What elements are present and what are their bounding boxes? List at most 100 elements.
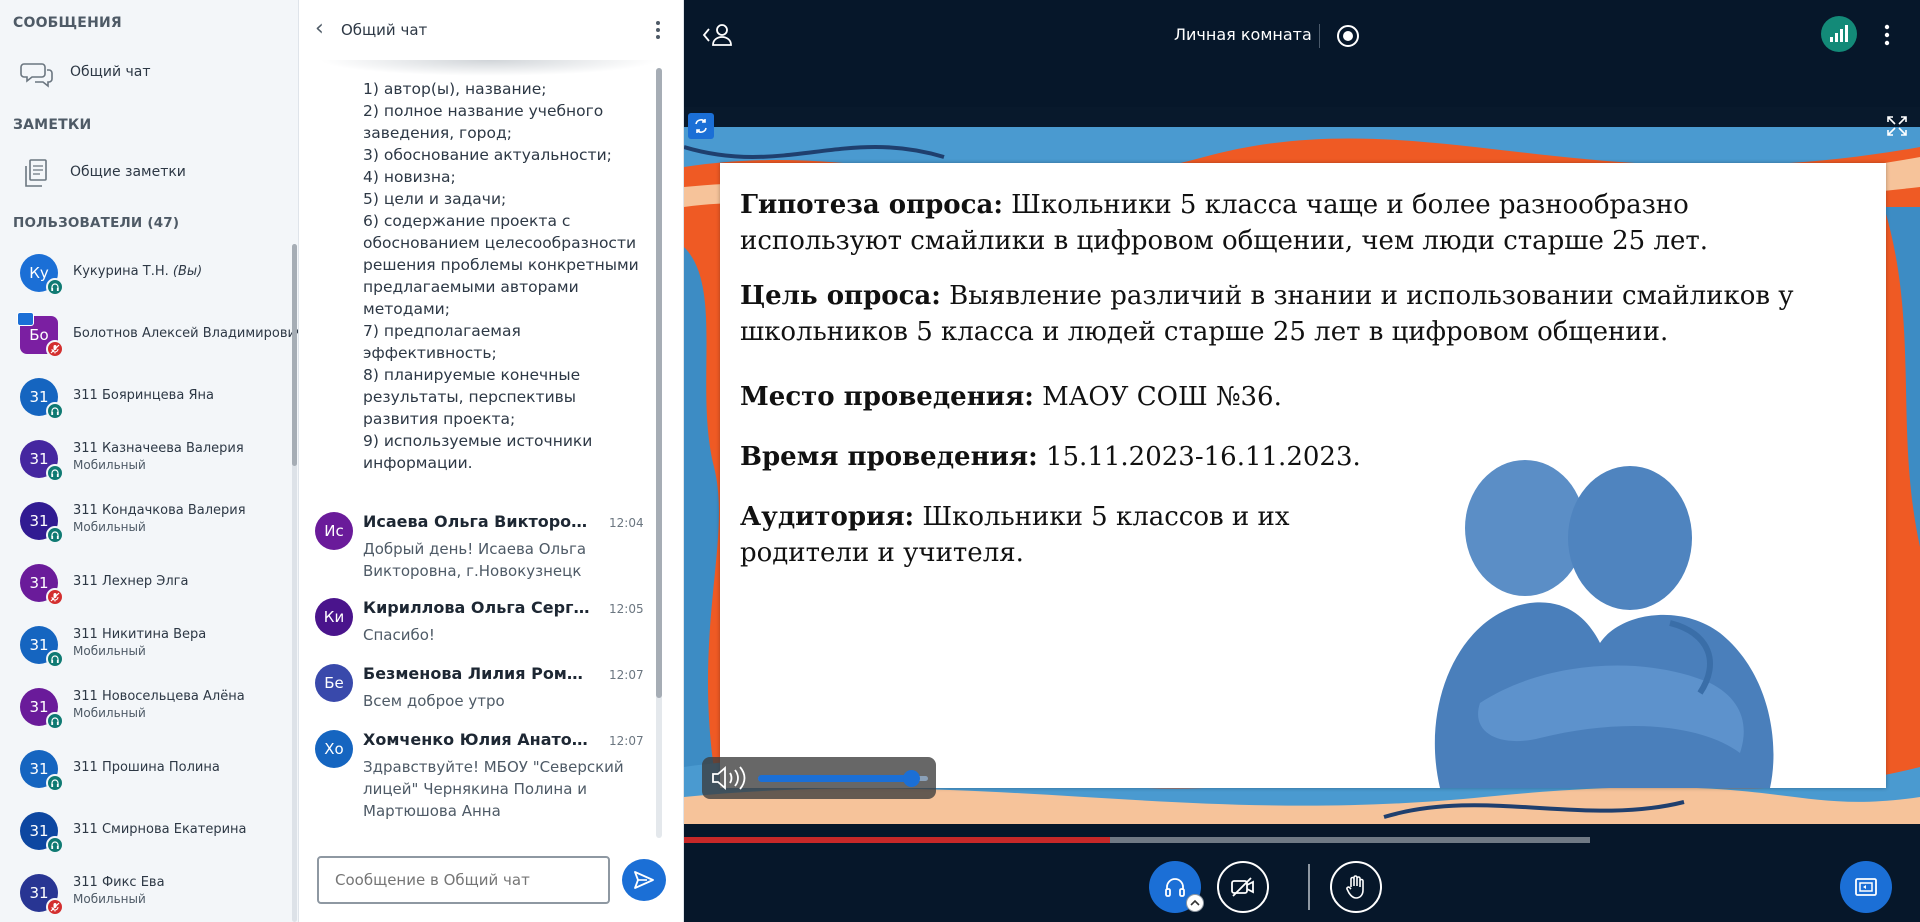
headset-icon [51,407,59,415]
avatar[interactable]: 31 [20,688,64,730]
user-list-item[interactable]: 31 311 Лехнер Элга [0,554,286,616]
chevron-up-icon [1190,899,1200,906]
signal-icon [1830,25,1848,42]
slide-goal: Цель опроса: Выявление различий в знании… [740,281,1794,347]
user-status-badge [46,464,64,482]
user-device-label: Мобильный [73,892,146,906]
chat-scrollbar-thumb[interactable] [656,68,662,698]
headset-icon [51,469,59,477]
user-list-item[interactable]: 31 311 Прошина Полина [0,740,286,802]
user-list-item[interactable]: 31 311 Никитина Вера Мобильный [0,616,286,678]
connection-status-button[interactable] [1821,16,1857,52]
layout-button[interactable] [1840,861,1892,913]
chat-panel: ‹ Общий чат 1) автор(ы), название; 2) по… [299,0,684,922]
chat-header: ‹ Общий чат [299,0,683,60]
user-list-item[interactable]: 31 311 Бояринцева Яна [0,368,286,430]
user-device-label: Мобильный [73,458,146,472]
avatar-initials: 31 [29,512,49,530]
avatar[interactable]: 31 [20,502,64,544]
user-list-scrollbar-thumb[interactable] [292,244,297,466]
presentation-area: Гипотеза опроса: Школьники 5 класса чаще… [684,107,1920,824]
headset-icon [51,655,59,663]
message-author: Хомченко Юлия Анатольевна [363,730,593,749]
user-name: 311 Смирнова Екатерина [73,822,247,837]
user-list-item[interactable]: Ку Кукурина Т.Н. (Вы) [0,244,286,306]
avatar[interactable]: 31 [20,626,64,668]
user-name: 311 Фикс Ева [73,875,165,890]
action-bar [684,850,1920,922]
notes-section-title: ЗАМЕТКИ [13,117,92,133]
headset-icon [51,841,59,849]
swap-layout-button[interactable] [688,113,714,139]
message-text: Спасибо! [363,626,435,644]
user-name: 311 Никитина Вера [73,627,207,642]
presenter-icon [17,312,34,326]
audio-options-button[interactable] [1186,894,1204,912]
headset-icon [51,531,59,539]
send-icon [634,871,654,889]
user-name: Болотнов Алексей Владимирович [73,326,299,341]
share-webcam-button[interactable] [1217,861,1269,913]
chat-options-icon[interactable] [649,18,667,42]
user-name: 311 Кондачкова Валерия [73,503,246,518]
chat-message-input[interactable] [317,856,610,904]
mic-muted-icon [50,592,60,602]
record-icon[interactable] [1337,25,1359,47]
avatar[interactable]: 31 [20,812,64,854]
avatar-initials: Ку [29,264,49,282]
avatar-initials: Бо [29,326,49,344]
chat-message-body: 1) автор(ы), название; 2) полное названи… [363,80,639,472]
video-off-icon [1231,877,1254,897]
options-icon[interactable] [1881,22,1893,48]
user-name: Кукурина Т.Н. (Вы) [73,264,203,279]
avatar: Бе [315,664,353,702]
user-list-item[interactable]: 31 311 Казначеева Валерия Мобильный [0,430,286,492]
avatar[interactable]: 31 [20,874,64,916]
volume-icon[interactable] [710,765,750,791]
send-message-button[interactable] [622,859,666,901]
user-list-item[interactable]: 31 311 Фикс Ева Мобильный [0,864,286,922]
headset-icon [1165,878,1185,897]
divider [1308,864,1310,910]
message-time: 12:07 [609,734,644,748]
user-device-label: Мобильный [73,706,146,720]
avatar[interactable]: 31 [20,564,64,606]
shared-notes-label: Общие заметки [70,164,186,180]
user-list-item[interactable]: 31 311 Кондачкова Валерия Мобильный [0,492,286,554]
layout-icon [1855,878,1877,896]
chat-title[interactable]: Общий чат [341,21,427,39]
avatar: Ис [315,512,353,550]
avatar[interactable]: 31 [20,440,64,482]
avatar[interactable]: Ку [20,254,64,296]
user-status-badge [46,588,64,606]
presentation-slide: Гипотеза опроса: Школьники 5 класса чаще… [720,163,1886,788]
main-area: Личная комната Гипотеза опроса: Школьник… [684,0,1920,922]
message-text: Добрый день! Исаева Ольга Викторовна, г.… [363,540,587,580]
avatar[interactable]: Бо [17,312,64,358]
user-name: 311 Казначеева Валерия [73,441,244,456]
avatar-initials: 31 [29,698,49,716]
volume-control[interactable] [702,757,936,799]
chevron-left-icon[interactable]: ‹ [315,18,324,40]
headset-icon [51,779,59,787]
avatar[interactable]: 31 [20,750,64,792]
user-list-icon[interactable] [702,22,736,48]
user-name: 311 Новосельцева Алёна [73,689,245,704]
shared-notes-item[interactable]: Общие заметки [0,150,298,196]
message-author: Исаева Ольга Викторовна [363,512,593,531]
user-list-item[interactable]: 31 311 Смирнова Екатерина [0,802,286,864]
user-list-item[interactable]: 31 311 Новосельцева Алёна Мобильный [0,678,286,740]
user-device-label: Мобильный [73,520,146,534]
fullscreen-icon[interactable] [1884,113,1910,139]
user-name: 311 Лехнер Элга [73,574,189,589]
user-list: Ку Кукурина Т.Н. (Вы) Бо Болотнов Алексей В… [0,244,298,922]
user-list-item[interactable]: Бо Болотнов Алексей Владимирович [0,306,298,368]
raise-hand-button[interactable] [1330,861,1382,913]
volume-slider-handle[interactable] [903,770,920,787]
public-chat-item[interactable]: Общий чат [0,50,298,96]
avatar[interactable]: 31 [20,378,64,420]
user-status-badge [46,836,64,854]
headset-icon [51,717,59,725]
slide-audience: Аудитория: Школьники 5 классов и их роди… [740,502,1290,568]
volume-level [758,775,911,782]
